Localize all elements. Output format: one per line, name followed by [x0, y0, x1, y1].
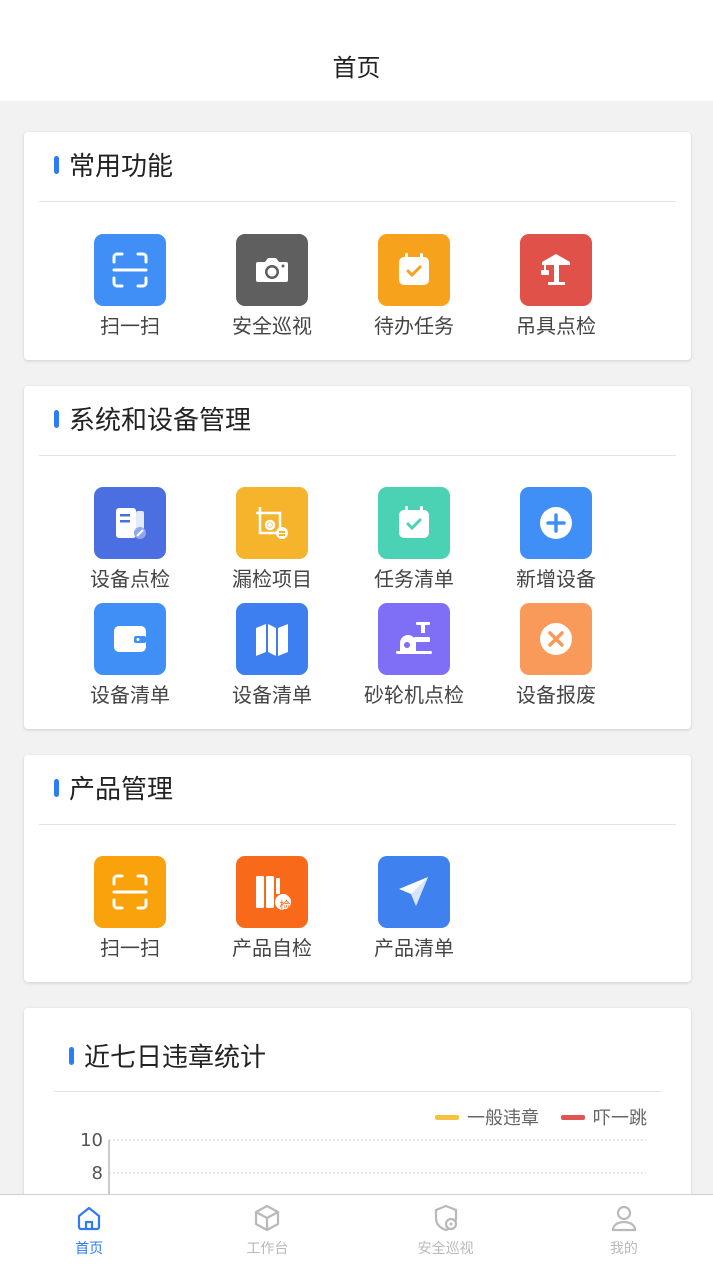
missed-check-icon: [236, 487, 308, 559]
card-header: 常用功能: [24, 132, 691, 202]
card-header: 系统和设备管理: [24, 386, 691, 456]
calendar-check-icon: [378, 234, 450, 306]
device-check-icon: [94, 487, 166, 559]
scan-icon: [94, 234, 166, 306]
section-marker: [69, 1047, 74, 1065]
violation-stats-card: 近七日违章统计 一般违章 吓一跳 10 8: [24, 1008, 691, 1208]
bottom-tab-bar: 首页 工作台 安全巡视 我的: [0, 1194, 713, 1266]
section-title: 产品管理: [69, 775, 174, 805]
missed-check-items-button[interactable]: 漏检项目: [212, 487, 332, 592]
divider: [39, 455, 676, 456]
top-navigation-bar: 首页: [0, 0, 713, 101]
page-title: 首页: [332, 54, 381, 82]
y-tick-label: 10: [80, 1130, 103, 1151]
crane-icon: [520, 234, 592, 306]
device-check-button[interactable]: 设备点检: [70, 487, 190, 592]
card-header: 产品管理: [24, 755, 691, 825]
device-list-button[interactable]: 设备清单: [70, 603, 190, 708]
device-management-card: 系统和设备管理 设备点检 漏检项目 任务清单 新增设备 设备清单 设备清单 砂轮…: [24, 386, 691, 729]
card-header: 近七日违章统计: [24, 1008, 691, 1092]
tab-workbench[interactable]: 工作台: [178, 1195, 356, 1266]
tab-safety-patrol[interactable]: 安全巡视: [357, 1195, 535, 1266]
calendar-check-icon: [378, 487, 450, 559]
grinder-icon: [378, 603, 450, 675]
task-list-button[interactable]: 任务清单: [354, 487, 474, 592]
product-self-check-button[interactable]: 检 产品自检: [212, 856, 332, 961]
device-scrap-button[interactable]: 设备报废: [496, 603, 616, 708]
scan-button[interactable]: 扫一扫: [70, 234, 190, 339]
map-icon: [236, 603, 308, 675]
sling-check-button[interactable]: 吊具点检: [496, 234, 616, 339]
section-marker: [54, 410, 59, 428]
tab-home[interactable]: 首页: [0, 1195, 178, 1266]
section-title: 常用功能: [69, 152, 174, 182]
check-badge: 检: [279, 899, 291, 912]
common-functions-card: 常用功能 扫一扫 安全巡视 待办任务 吊具点检: [24, 132, 691, 360]
section-marker: [54, 156, 59, 174]
paper-plane-icon: [378, 856, 450, 928]
divider: [39, 201, 676, 202]
section-title: 系统和设备管理: [69, 406, 252, 436]
product-scan-button[interactable]: 扫一扫: [70, 856, 190, 961]
product-management-card: 产品管理 扫一扫 检 产品自检 产品清单: [24, 755, 691, 982]
add-device-button[interactable]: 新增设备: [496, 487, 616, 592]
section-title: 近七日违章统计: [84, 1043, 267, 1073]
divider: [54, 1091, 661, 1092]
shield-eye-icon: [434, 1204, 457, 1232]
y-tick-label: 8: [92, 1163, 103, 1184]
safety-patrol-button[interactable]: 安全巡视: [212, 234, 332, 339]
legend-swatch-scare: [561, 1114, 585, 1120]
binders-icon: 检: [236, 856, 308, 928]
divider: [39, 824, 676, 825]
tab-mine[interactable]: 我的: [535, 1195, 713, 1266]
close-circle-icon: [520, 603, 592, 675]
camera-icon: [236, 234, 308, 306]
wallet-icon: [94, 603, 166, 675]
home-icon: [78, 1206, 101, 1231]
scan-icon: [94, 856, 166, 928]
device-list-map-button[interactable]: 设备清单: [212, 603, 332, 708]
todo-tasks-button[interactable]: 待办任务: [354, 234, 474, 339]
legend-swatch-general: [435, 1114, 459, 1120]
grinder-check-button[interactable]: 砂轮机点检: [354, 603, 474, 708]
plus-circle-icon: [520, 487, 592, 559]
section-marker: [54, 779, 59, 797]
product-list-button[interactable]: 产品清单: [354, 856, 474, 961]
user-icon: [611, 1205, 636, 1232]
cube-icon: [255, 1204, 280, 1232]
